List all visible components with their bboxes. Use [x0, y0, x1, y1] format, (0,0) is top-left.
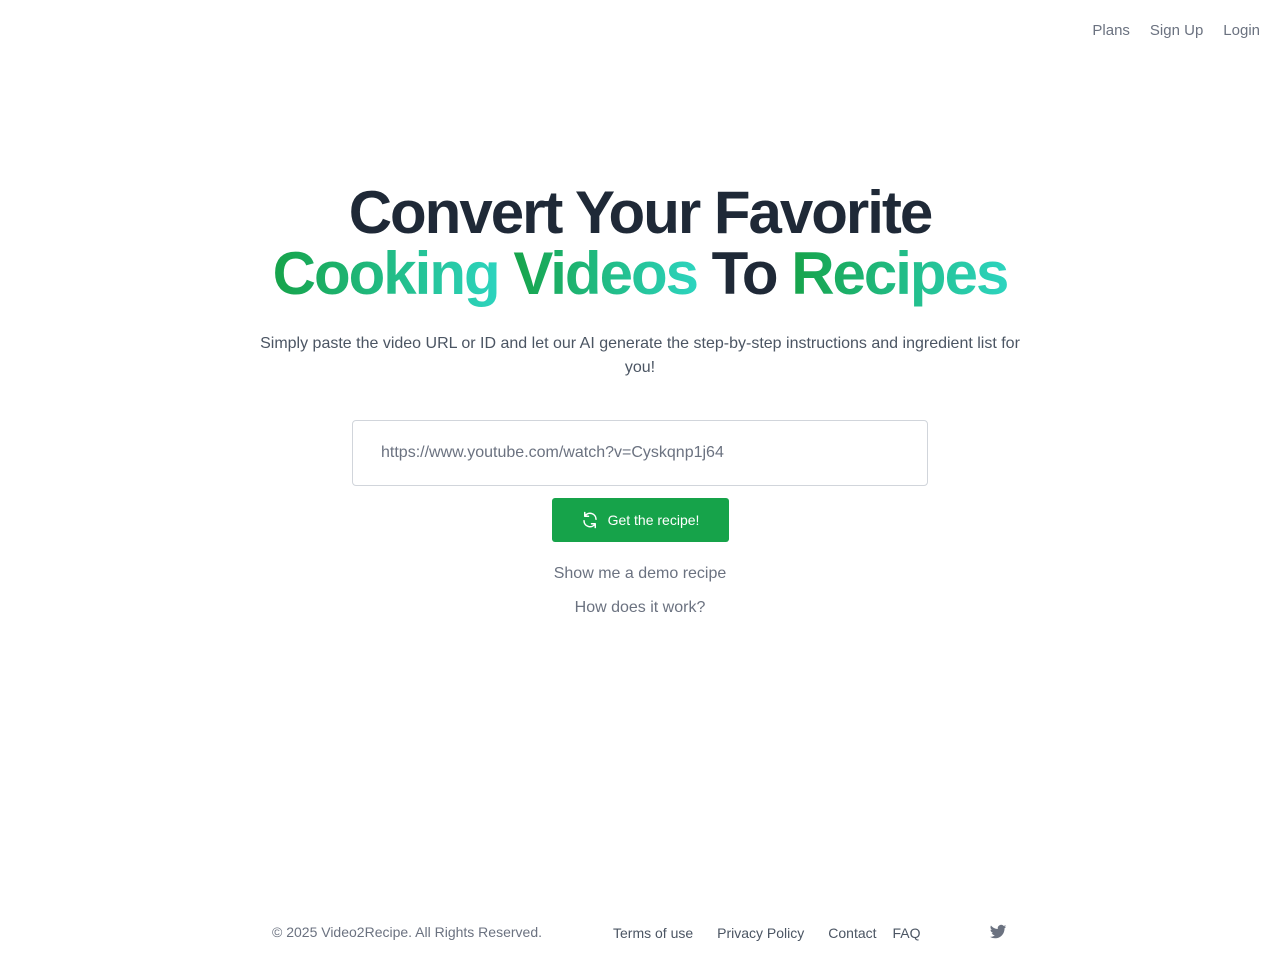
headline-word-recipes: Recipes — [791, 240, 1009, 307]
footer-terms-link[interactable]: Terms of use — [613, 925, 693, 941]
how-it-works-link[interactable]: How does it work? — [575, 598, 706, 618]
footer-copyright: © 2025 Video2Recipe. All Rights Reserved… — [272, 924, 542, 940]
footer-privacy-link[interactable]: Privacy Policy — [717, 925, 804, 941]
get-recipe-button[interactable]: Get the recipe! — [551, 498, 729, 542]
get-recipe-label: Get the recipe! — [607, 512, 700, 528]
video-url-input[interactable] — [352, 420, 928, 486]
headline-word-cooking: Cooking — [272, 240, 501, 307]
headline-word-videos: Videos — [513, 240, 699, 307]
secondary-links: Show me a demo recipe How does it work? — [0, 564, 1280, 618]
nav-signup-link[interactable]: Sign Up — [1150, 22, 1203, 39]
nav-plans-link[interactable]: Plans — [1092, 22, 1130, 39]
top-nav: Plans Sign Up Login — [1092, 22, 1260, 39]
page: Plans Sign Up Login Convert Your Favorit… — [0, 0, 1280, 960]
headline-line-1: Convert Your Favorite — [348, 179, 934, 246]
hero-section: Convert Your Favorite Cooking Videos To … — [0, 182, 1280, 618]
hero-subtitle: Simply paste the video URL or ID and let… — [260, 335, 1020, 376]
twitter-icon[interactable] — [989, 923, 1007, 941]
footer-faq-link[interactable]: FAQ — [893, 925, 921, 941]
demo-recipe-link[interactable]: Show me a demo recipe — [554, 564, 727, 584]
refresh-icon — [581, 511, 599, 529]
headline-word-to: To — [711, 240, 779, 307]
headline-line-2: Cooking Videos To Recipes — [0, 243, 1280, 304]
nav-login-link[interactable]: Login — [1223, 22, 1260, 39]
footer-links: Terms of use Privacy Policy Contact FAQ — [613, 925, 921, 941]
footer: © 2025 Video2Recipe. All Rights Reserved… — [0, 920, 1280, 946]
footer-contact-link[interactable]: Contact — [828, 925, 876, 941]
page-title: Convert Your Favorite Cooking Videos To … — [0, 182, 1280, 304]
